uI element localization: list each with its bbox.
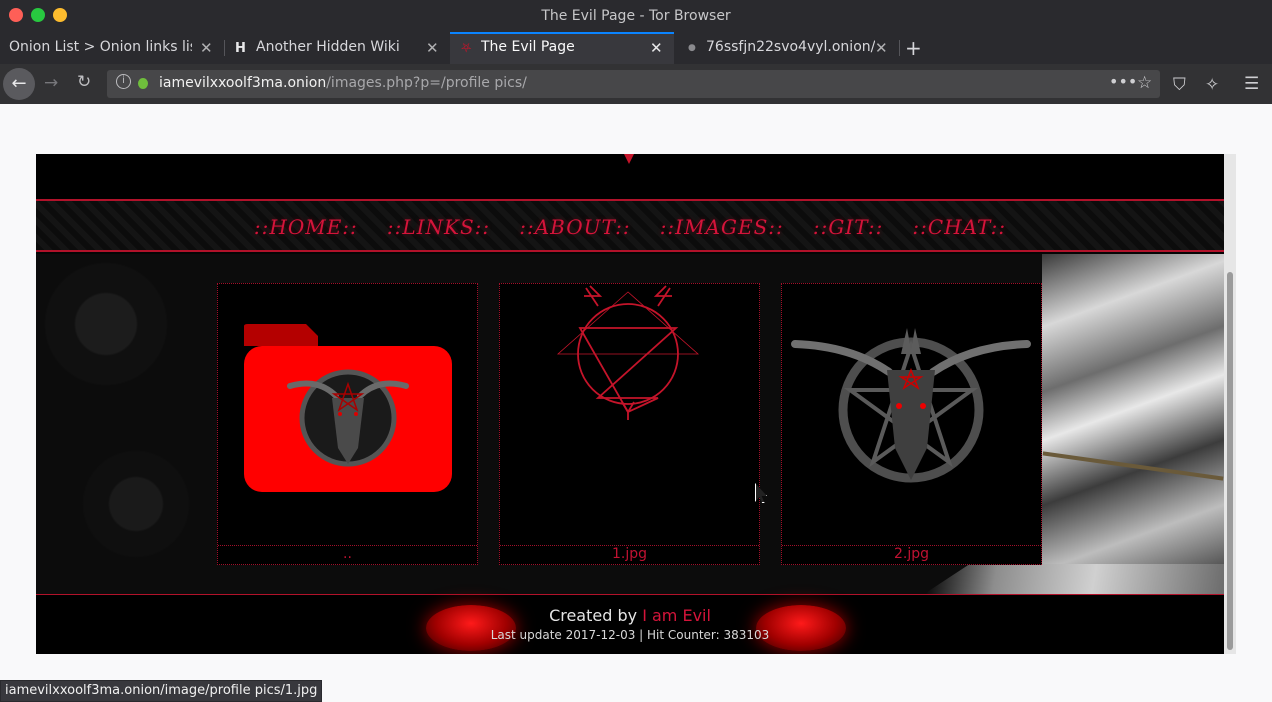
evil-site-icon: ⛧ [461,41,472,56]
onion-icon[interactable] [138,78,148,89]
tab-close-icon[interactable]: ✕ [200,39,213,57]
url-bar[interactable]: i iamevilxxoolf3ma.onion/images.php?p=/p… [107,70,1160,98]
author-link[interactable]: I am Evil [642,606,711,625]
tab-label: Onion List > Onion links list f [9,39,192,55]
forward-arrow-icon[interactable]: → [44,73,58,93]
page-footer: Created by I am Evil Last update 2017-12… [36,594,1224,654]
tab-label: Another Hidden Wiki [256,39,400,55]
decorative-side-image [1042,254,1224,594]
folder-goat-icon[interactable] [218,284,477,545]
hamburger-menu-icon[interactable]: ☰ [1244,74,1259,94]
bookmark-star-icon[interactable]: ☆ [1137,73,1152,93]
gallery-item-parent-folder[interactable]: .. [217,283,478,565]
tab-the-evil-page[interactable]: ⛧ The Evil Page ✕ [450,32,674,64]
baphomet-icon[interactable] [782,284,1041,545]
window-titlebar: The Evil Page - Tor Browser [0,0,1272,32]
footer-credit: Created by I am Evil [36,606,1224,625]
tab-label: 76ssfjn22svo4vyl.onion/ [706,39,876,55]
tor-circuit-icon[interactable]: ✧ [1205,75,1219,95]
nav-link-home[interactable]: ::HOME:: [254,215,358,239]
tab-onion-list[interactable]: Onion List > Onion links list f ✕ [0,32,224,64]
gallery-caption[interactable]: .. [218,545,477,564]
gallery-caption[interactable]: 1.jpg [500,545,759,564]
url-path: /images.php?p=/profile pics/ [326,75,527,91]
tab-close-icon[interactable]: ✕ [650,39,663,57]
url-text[interactable]: iamevilxxoolf3ma.onion/images.php?p=/pro… [159,75,527,91]
tab-label: The Evil Page [481,39,575,55]
reload-icon[interactable]: ↻ [77,72,91,92]
tab-close-icon[interactable]: ✕ [426,39,439,57]
shield-icon[interactable]: ⛉ [1173,75,1186,95]
site-navigation: ::HOME:: ::LINKS:: ::ABOUT:: ::IMAGES:: … [36,199,1224,252]
wiki-favicon-icon: H [235,41,246,56]
page-actions-ellipsis-icon[interactable]: ••• [1109,72,1137,91]
banner-pentagram-tip-icon [624,154,634,164]
page-scrollbar[interactable] [1224,154,1236,654]
scrollbar-thumb[interactable] [1227,272,1233,650]
tab-close-icon[interactable]: ✕ [875,39,888,57]
gallery-item-2-jpg[interactable]: 2.jpg [781,283,1042,565]
tab-divider [899,40,900,56]
status-bar-link-preview: iamevilxxoolf3ma.onion/image/profile pic… [0,680,323,702]
tab-bar: Onion List > Onion links list f ✕ H Anot… [0,32,1272,64]
info-icon[interactable]: i [116,74,131,89]
nav-link-about[interactable]: ::ABOUT:: [519,215,630,239]
gallery-caption[interactable]: 2.jpg [782,545,1041,564]
page-banner [36,154,1224,199]
nav-link-git[interactable]: ::GIT:: [813,215,883,239]
nav-link-chat[interactable]: ::CHAT:: [912,215,1006,239]
tab-another-hidden-wiki[interactable]: H Another Hidden Wiki ✕ [225,32,449,64]
gallery-item-1-jpg[interactable]: 1.jpg [499,283,760,565]
back-arrow-icon[interactable]: ← [3,68,35,100]
pentagram-icon[interactable] [500,284,759,545]
created-by-label: Created by [549,606,638,625]
web-page: ::HOME:: ::LINKS:: ::ABOUT:: ::IMAGES:: … [36,154,1224,654]
nav-link-links[interactable]: ::LINKS:: [387,215,490,239]
dot-icon: ● [688,43,696,53]
footer-update-counter: Last update 2017-12-03 | Hit Counter: 38… [490,628,770,642]
new-tab-plus-icon[interactable]: + [905,36,922,60]
window-title: The Evil Page - Tor Browser [541,8,731,24]
url-host: iamevilxxoolf3ma.onion [159,75,327,91]
nav-link-images[interactable]: ::IMAGES:: [660,215,784,239]
tab-76ssfjn22svo4vyl[interactable]: ● 76ssfjn22svo4vyl.onion/ ✕ [675,32,899,64]
